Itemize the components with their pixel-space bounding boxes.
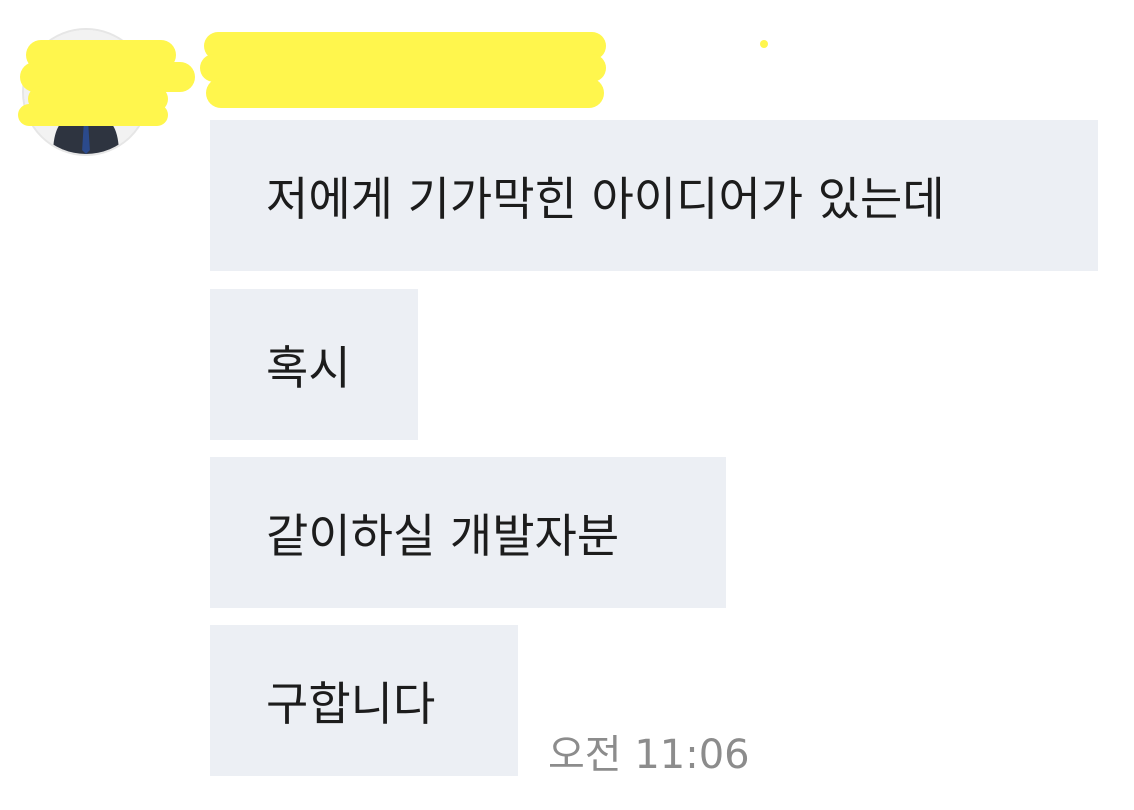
message-timestamp: 오전 11:06 — [548, 732, 750, 778]
message-bubble[interactable]: 구합니다 — [210, 625, 518, 776]
redaction-dot — [760, 40, 768, 48]
message-bubble[interactable]: 혹시 — [210, 289, 418, 440]
message-bubble[interactable]: 저에게 기가막힌 아이디어가 있는데 — [210, 120, 1098, 271]
message-text: 구합니다 — [266, 676, 436, 731]
redaction-mark — [18, 104, 168, 126]
message-bubble[interactable]: 같이하실 개발자분 — [210, 457, 726, 608]
sender-name-redaction — [206, 78, 604, 108]
message-text: 같이하실 개발자분 — [266, 508, 620, 563]
message-text: 혹시 — [266, 340, 351, 395]
message-text: 저에게 기가막힌 아이디어가 있는데 — [266, 171, 945, 226]
